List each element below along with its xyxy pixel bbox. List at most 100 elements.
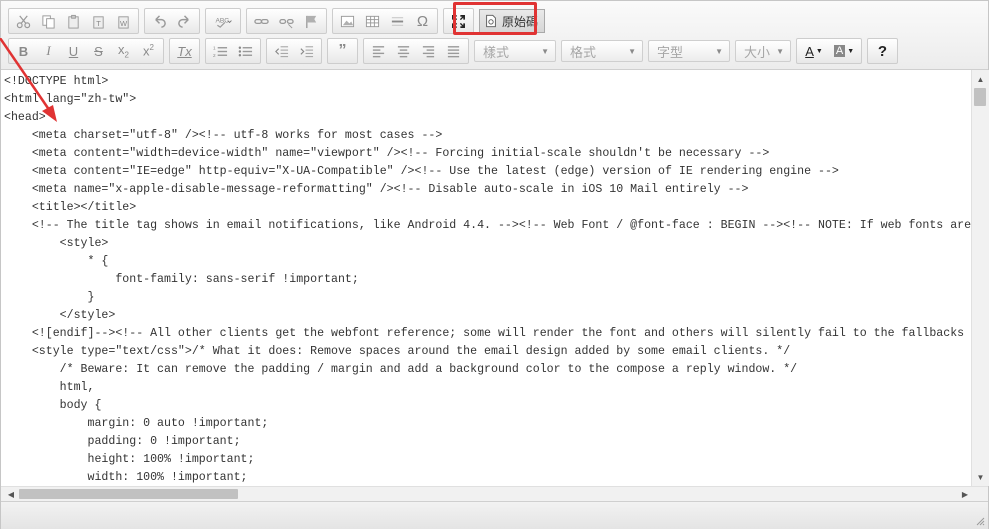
clipboard-icon: [68, 14, 79, 29]
paste-word-button[interactable]: W: [111, 10, 136, 32]
indent-group: [266, 38, 322, 64]
svg-text:1: 1: [213, 45, 216, 50]
code-line: <![endif]--><!-- All other clients get t…: [4, 327, 965, 340]
spellcheck-button[interactable]: ABC: [208, 10, 238, 32]
help-icon: ?: [877, 42, 888, 60]
code-line: margin: 0 auto !important;: [4, 417, 269, 430]
italic-button[interactable]: I: [36, 40, 61, 62]
code-line: <!DOCTYPE html>: [4, 75, 109, 88]
link-button[interactable]: [249, 10, 274, 32]
vertical-scrollbar[interactable]: ▲ ▼: [971, 70, 989, 486]
chevron-down-icon: ▼: [776, 46, 784, 56]
cut-button[interactable]: [11, 10, 36, 32]
table-icon: [365, 15, 380, 27]
scroll-up-arrow-icon[interactable]: ▲: [972, 72, 989, 86]
table-button[interactable]: [360, 10, 385, 32]
align-left-icon: [372, 45, 385, 57]
code-line: <style>: [4, 237, 109, 250]
scroll-right-arrow-icon[interactable]: ▶: [958, 487, 972, 501]
source-button-highlight: [453, 2, 537, 35]
format-dropdown-label: 格式: [570, 44, 597, 60]
spellcheck-icon: ABC: [216, 17, 232, 28]
align-left-button[interactable]: [366, 40, 391, 62]
format-dropdown[interactable]: 格式 ▼: [561, 40, 643, 62]
code-line: <meta charset="utf-8" /><!-- utf-8 works…: [4, 129, 443, 142]
image-button[interactable]: [335, 10, 360, 32]
copy-icon: [42, 14, 55, 29]
scroll-down-arrow-icon[interactable]: ▼: [972, 470, 989, 484]
redo-icon: [178, 14, 189, 28]
align-center-button[interactable]: [391, 40, 416, 62]
outdent-button[interactable]: [269, 40, 294, 62]
code-line: height: 100% !important;: [4, 453, 255, 466]
style-dropdown[interactable]: 樣式 ▼: [474, 40, 556, 62]
italic-icon: I: [46, 43, 51, 58]
code-line: /* Beware: It can remove the padding / m…: [4, 363, 798, 376]
background-color-icon: A: [833, 45, 846, 57]
anchor-button[interactable]: [299, 10, 324, 32]
text-color-button[interactable]: A ▼: [799, 40, 829, 62]
underline-button[interactable]: U: [61, 40, 86, 62]
code-line: padding: 0 !important;: [4, 435, 241, 448]
align-right-button[interactable]: [416, 40, 441, 62]
code-line: </style>: [4, 309, 116, 322]
source-code-area[interactable]: <!DOCTYPE html> <html lang="zh-tw"> <head>…: [1, 70, 971, 486]
paste-word-icon: W: [118, 15, 129, 29]
horizontal-rule-button[interactable]: [385, 10, 410, 32]
code-line: body {: [4, 399, 102, 412]
code-line: html,: [4, 381, 95, 394]
link-group: [246, 8, 327, 34]
scissors-icon: [16, 14, 31, 28]
align-justify-icon: [447, 45, 460, 57]
bulleted-list-button[interactable]: [233, 40, 258, 62]
code-line: <html lang="zh-tw">: [4, 93, 137, 106]
size-dropdown[interactable]: 大小 ▼: [735, 40, 791, 62]
chevron-down-icon: ▼: [628, 46, 636, 56]
font-dropdown-label: 字型: [657, 44, 684, 60]
vertical-scroll-thumb[interactable]: [974, 88, 986, 106]
superscript-icon: x2: [143, 43, 154, 59]
basic-style-group: B I U S x2 x2: [8, 38, 164, 64]
redo-button[interactable]: [172, 10, 197, 32]
indent-button[interactable]: [294, 40, 319, 62]
font-dropdown[interactable]: 字型 ▼: [648, 40, 730, 62]
copy-button[interactable]: [36, 10, 61, 32]
remove-format-button[interactable]: Tx: [172, 40, 197, 62]
strikethrough-button[interactable]: S: [86, 40, 111, 62]
scroll-left-arrow-icon[interactable]: ◀: [4, 487, 18, 501]
omega-icon: Ω: [416, 12, 429, 30]
paste-text-button[interactable]: T: [86, 10, 111, 32]
underline-icon: U: [68, 43, 79, 59]
horizontal-scrollbar[interactable]: ◀ ▶: [1, 486, 988, 501]
editor-toolbar: T W ABC Ω 原始碼 B I U S x2 x2 Tx 1 2 ” 樣式 …: [1, 1, 988, 70]
blockquote-button[interactable]: ”: [330, 40, 355, 62]
special-char-button[interactable]: Ω: [410, 10, 435, 32]
code-line: <head>: [4, 111, 46, 124]
remove-format-group: Tx: [169, 38, 200, 64]
color-group: A ▼ A ▼: [796, 38, 862, 64]
subscript-button[interactable]: x2: [111, 40, 136, 62]
horizontal-scroll-thumb[interactable]: [19, 489, 238, 499]
bold-button[interactable]: B: [11, 40, 36, 62]
help-button[interactable]: ?: [870, 40, 895, 62]
bold-icon: B: [18, 43, 29, 59]
paste-button[interactable]: [61, 10, 86, 32]
clipboard-group: T W: [8, 8, 139, 34]
bulleted-list-icon: [238, 46, 253, 56]
numbered-list-icon: 12: [213, 45, 228, 58]
undo-button[interactable]: [147, 10, 172, 32]
unlink-button[interactable]: [274, 10, 299, 32]
superscript-button[interactable]: x2: [136, 40, 161, 62]
align-justify-button[interactable]: [441, 40, 466, 62]
resize-grip-icon[interactable]: [975, 516, 985, 526]
align-center-icon: [397, 45, 410, 57]
background-color-button[interactable]: A ▼: [829, 40, 859, 62]
horizontal-rule-icon: [391, 16, 404, 26]
source-code-text[interactable]: <!DOCTYPE html> <html lang="zh-tw"> <head>…: [1, 70, 971, 486]
quote-icon: ”: [338, 42, 347, 59]
numbered-list-button[interactable]: 12: [208, 40, 233, 62]
undo-icon: [155, 14, 166, 28]
undo-group: [144, 8, 200, 34]
svg-text:T: T: [96, 19, 101, 28]
strikethrough-icon: S: [94, 43, 103, 59]
